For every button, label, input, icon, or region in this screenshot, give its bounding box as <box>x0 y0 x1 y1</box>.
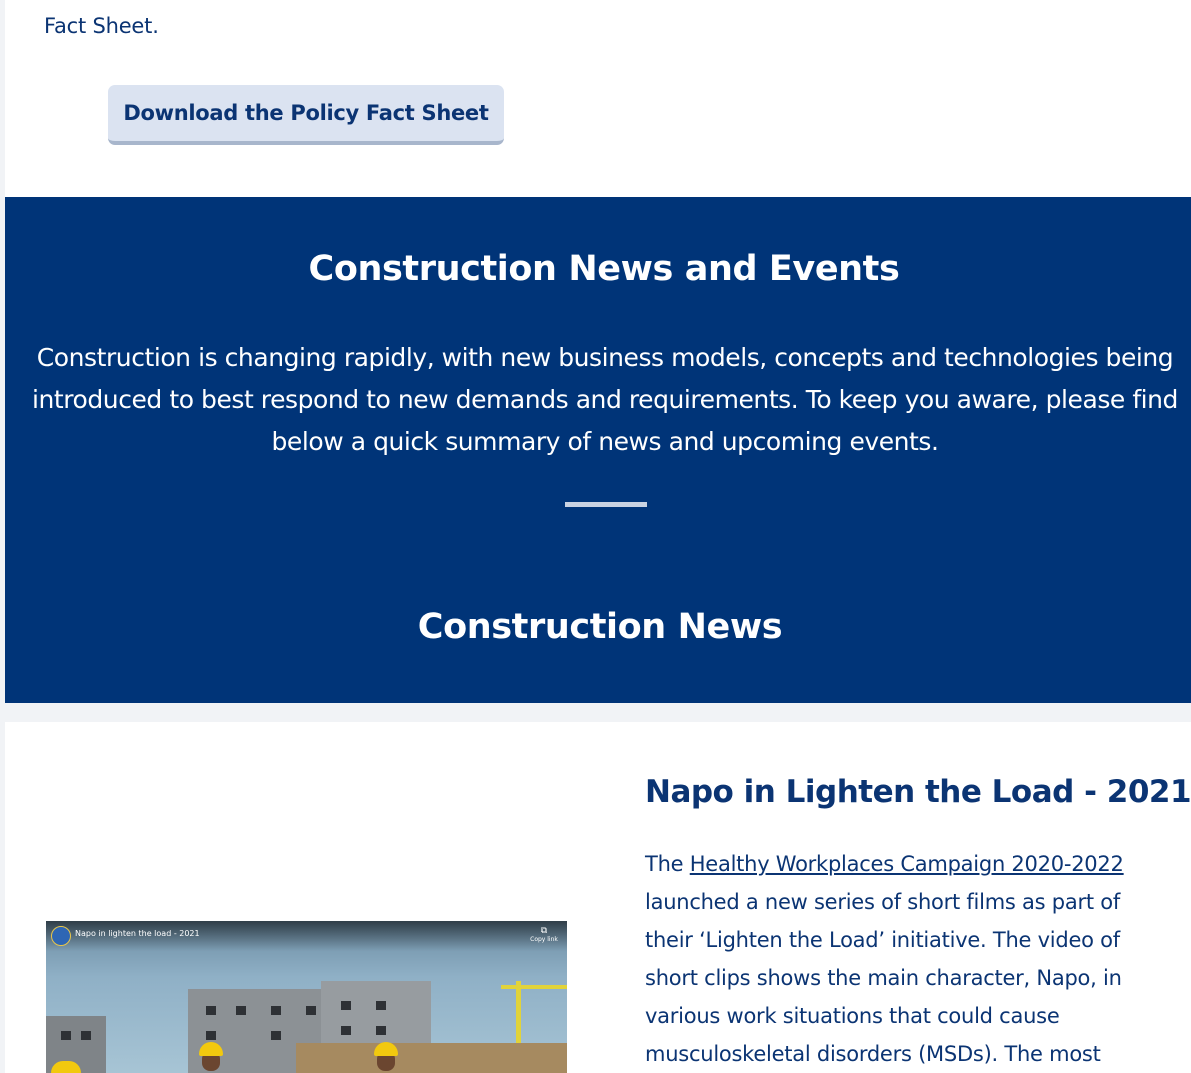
policy-intro-text: Fact Sheet. <box>44 14 159 38</box>
news-events-heading: Construction News and Events <box>308 249 900 289</box>
window <box>236 1006 246 1015</box>
window <box>306 1006 316 1015</box>
copy-link-button[interactable]: ⧉ Copy link <box>529 926 559 943</box>
window <box>61 1031 71 1040</box>
download-policy-fact-sheet-button[interactable]: Download the Policy Fact Sheet <box>108 85 504 145</box>
window <box>271 1031 281 1040</box>
policy-section: Fact Sheet. Download the Policy Fact She… <box>5 0 1191 197</box>
copy-icon: ⧉ <box>540 926 548 936</box>
construction-news-heading: Construction News <box>417 607 783 647</box>
section-divider <box>565 502 647 507</box>
article-body-prefix: The <box>645 852 690 876</box>
video-thumbnail[interactable]: Napo in lighten the load - 2021 ⧉ Copy l… <box>46 921 567 1073</box>
news-events-paragraph: Construction is changing rapidly, with n… <box>32 343 1178 456</box>
window <box>341 1026 351 1035</box>
news-events-section: Construction News and Events Constructio… <box>5 197 1191 703</box>
window <box>206 1006 216 1015</box>
article-body-text: launched a new series of short films as … <box>645 890 1122 1066</box>
window <box>376 1026 386 1035</box>
window <box>271 1006 281 1015</box>
copy-link-label: Copy link <box>530 936 558 943</box>
fence <box>296 1043 567 1073</box>
window <box>206 1031 216 1040</box>
window <box>341 1001 351 1010</box>
window <box>376 1001 386 1010</box>
article-title: Napo in Lighten the Load - 2021 <box>645 774 1191 810</box>
channel-avatar[interactable] <box>51 926 71 946</box>
helmet <box>51 1061 81 1073</box>
news-article-card: Napo in lighten the load - 2021 ⧉ Copy l… <box>5 722 1191 1073</box>
crane-arm <box>501 985 567 989</box>
video-title[interactable]: Napo in lighten the load - 2021 <box>75 929 200 938</box>
page: Fact Sheet. Download the Policy Fact She… <box>0 0 1191 1073</box>
article-body: The Healthy Workplaces Campaign 2020-202… <box>645 845 1150 1073</box>
window <box>81 1031 91 1040</box>
healthy-workplaces-campaign-link[interactable]: Healthy Workplaces Campaign 2020-2022 <box>690 852 1124 876</box>
